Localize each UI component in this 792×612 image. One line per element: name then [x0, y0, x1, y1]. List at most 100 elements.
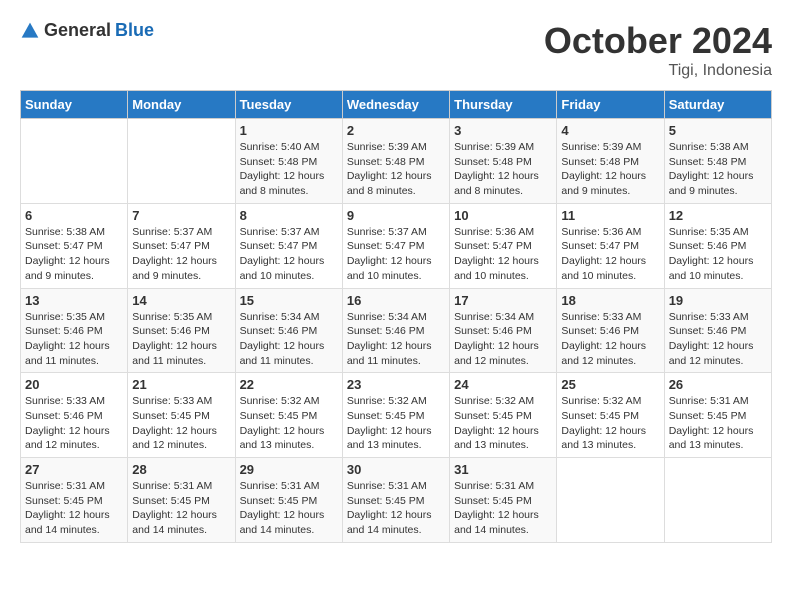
day-number: 24	[454, 377, 552, 392]
day-number: 17	[454, 293, 552, 308]
calendar-cell: 4Sunrise: 5:39 AMSunset: 5:48 PMDaylight…	[557, 119, 664, 204]
day-info: Sunrise: 5:33 AMSunset: 5:46 PMDaylight:…	[561, 310, 659, 369]
calendar-cell: 26 Sunrise: 5:31 AMSunset: 5:45 PMDayligh…	[664, 373, 771, 458]
day-number: 1	[240, 123, 338, 138]
week-row-3: 13 Sunrise: 5:35 AMSunset: 5:46 PMDayligh…	[21, 288, 772, 373]
day-info: Sunrise: 5:32 AMSunset: 5:45 PMDaylight:…	[561, 394, 659, 453]
week-row-1: 1 Sunrise: 5:40 AMSunset: 5:48 PMDaylight…	[21, 119, 772, 204]
header-row: SundayMondayTuesdayWednesdayThursdayFrid…	[21, 91, 772, 119]
logo-text-general: General	[44, 20, 111, 41]
calendar-cell: 24 Sunrise: 5:32 AMSunset: 5:45 PMDayligh…	[450, 373, 557, 458]
week-row-2: 6Sunrise: 5:38 AMSunset: 5:47 PMDaylight…	[21, 203, 772, 288]
calendar-cell: 15 Sunrise: 5:34 AMSunset: 5:46 PMDayligh…	[235, 288, 342, 373]
calendar-cell: 14Sunrise: 5:35 AMSunset: 5:46 PMDayligh…	[128, 288, 235, 373]
day-info: Sunrise: 5:39 AMSunset: 5:48 PMDaylight:…	[347, 140, 445, 199]
calendar-cell: 27Sunrise: 5:31 AMSunset: 5:45 PMDayligh…	[21, 458, 128, 543]
day-info: Sunrise: 5:38 AMSunset: 5:47 PMDaylight:…	[25, 225, 123, 284]
month-title: October 2024	[544, 20, 772, 62]
day-number: 30	[347, 462, 445, 477]
calendar-cell: 10 Sunrise: 5:36 AMSunset: 5:47 PMDayligh…	[450, 203, 557, 288]
day-number: 31	[454, 462, 552, 477]
day-info: Sunrise: 5:35 AMSunset: 5:46 PMDaylight:…	[25, 310, 123, 369]
day-info: Sunrise: 5:31 AMSunset: 5:45 PMDaylight:…	[669, 394, 767, 453]
day-number: 10	[454, 208, 552, 223]
day-number: 19	[669, 293, 767, 308]
day-number: 8	[240, 208, 338, 223]
calendar-cell: 12 Sunrise: 5:35 AMSunset: 5:46 PMDayligh…	[664, 203, 771, 288]
day-info: Sunrise: 5:37 AMSunset: 5:47 PMDaylight:…	[240, 225, 338, 284]
calendar-cell: 11Sunrise: 5:36 AMSunset: 5:47 PMDayligh…	[557, 203, 664, 288]
day-number: 27	[25, 462, 123, 477]
calendar-cell: 23 Sunrise: 5:32 AMSunset: 5:45 PMDayligh…	[342, 373, 449, 458]
calendar-cell: 31 Sunrise: 5:31 AMSunset: 5:45 PMDayligh…	[450, 458, 557, 543]
day-number: 18	[561, 293, 659, 308]
day-number: 23	[347, 377, 445, 392]
day-number: 12	[669, 208, 767, 223]
day-info: Sunrise: 5:33 AMSunset: 5:45 PMDaylight:…	[132, 394, 230, 453]
day-number: 13	[25, 293, 123, 308]
day-number: 29	[240, 462, 338, 477]
calendar-cell	[21, 119, 128, 204]
day-number: 15	[240, 293, 338, 308]
calendar-cell: 9Sunrise: 5:37 AMSunset: 5:47 PMDaylight…	[342, 203, 449, 288]
calendar-cell	[557, 458, 664, 543]
calendar-cell: 6Sunrise: 5:38 AMSunset: 5:47 PMDaylight…	[21, 203, 128, 288]
day-info: Sunrise: 5:38 AMSunset: 5:48 PMDaylight:…	[669, 140, 767, 199]
day-number: 28	[132, 462, 230, 477]
day-number: 2	[347, 123, 445, 138]
calendar-cell	[664, 458, 771, 543]
header-day-sunday: Sunday	[21, 91, 128, 119]
week-row-5: 27 Sunrise: 5:31 AMSunset: 5:45 PMDayligh…	[21, 458, 772, 543]
calendar-cell: 19Sunrise: 5:33 AMSunset: 5:46 PMDayligh…	[664, 288, 771, 373]
day-info: Sunrise: 5:40 AMSunset: 5:48 PMDaylight:…	[240, 140, 338, 199]
day-number: 7	[132, 208, 230, 223]
day-number: 16	[347, 293, 445, 308]
calendar-cell: 21Sunrise: 5:33 AMSunset: 5:45 PMDayligh…	[128, 373, 235, 458]
header-day-friday: Friday	[557, 91, 664, 119]
calendar-cell: 28 Sunrise: 5:31 AMSunset: 5:45 PMDayligh…	[128, 458, 235, 543]
day-info: Sunrise: 5:31 AMSunset: 5:45 PMDaylight:…	[454, 479, 552, 538]
page-header: General Blue October 2024 Tigi, Indonesi…	[20, 20, 772, 80]
day-info: Sunrise: 5:34 AMSunset: 5:46 PMDaylight:…	[347, 310, 445, 369]
calendar-cell	[128, 119, 235, 204]
day-info: Sunrise: 5:31 AMSunset: 5:45 PMDaylight:…	[132, 479, 230, 538]
calendar-cell: 8 Sunrise: 5:37 AMSunset: 5:47 PMDaylight…	[235, 203, 342, 288]
day-number: 11	[561, 208, 659, 223]
calendar-cell: 13 Sunrise: 5:35 AMSunset: 5:46 PMDayligh…	[21, 288, 128, 373]
header-day-monday: Monday	[128, 91, 235, 119]
day-info: Sunrise: 5:35 AMSunset: 5:46 PMDaylight:…	[669, 225, 767, 284]
day-info: Sunrise: 5:31 AMSunset: 5:45 PMDaylight:…	[347, 479, 445, 538]
location-title: Tigi, Indonesia	[544, 62, 772, 80]
calendar-cell: 16 Sunrise: 5:34 AMSunset: 5:46 PMDayligh…	[342, 288, 449, 373]
day-number: 5	[669, 123, 767, 138]
day-info: Sunrise: 5:32 AMSunset: 5:45 PMDaylight:…	[347, 394, 445, 453]
calendar-table: SundayMondayTuesdayWednesdayThursdayFrid…	[20, 90, 772, 543]
day-number: 14	[132, 293, 230, 308]
day-number: 3	[454, 123, 552, 138]
day-info: Sunrise: 5:37 AMSunset: 5:47 PMDaylight:…	[347, 225, 445, 284]
calendar-cell: 22Sunrise: 5:32 AMSunset: 5:45 PMDayligh…	[235, 373, 342, 458]
day-number: 25	[561, 377, 659, 392]
calendar-cell: 17Sunrise: 5:34 AMSunset: 5:46 PMDayligh…	[450, 288, 557, 373]
day-info: Sunrise: 5:39 AMSunset: 5:48 PMDaylight:…	[561, 140, 659, 199]
day-info: Sunrise: 5:36 AMSunset: 5:47 PMDaylight:…	[454, 225, 552, 284]
header-day-wednesday: Wednesday	[342, 91, 449, 119]
day-info: Sunrise: 5:37 AMSunset: 5:47 PMDaylight:…	[132, 225, 230, 284]
day-info: Sunrise: 5:32 AMSunset: 5:45 PMDaylight:…	[454, 394, 552, 453]
day-number: 22	[240, 377, 338, 392]
calendar-cell: 25 Sunrise: 5:32 AMSunset: 5:45 PMDayligh…	[557, 373, 664, 458]
calendar-cell: 30 Sunrise: 5:31 AMSunset: 5:45 PMDayligh…	[342, 458, 449, 543]
day-info: Sunrise: 5:31 AMSunset: 5:45 PMDaylight:…	[240, 479, 338, 538]
calendar-cell: 18 Sunrise: 5:33 AMSunset: 5:46 PMDayligh…	[557, 288, 664, 373]
day-number: 26	[669, 377, 767, 392]
week-row-4: 20Sunrise: 5:33 AMSunset: 5:46 PMDayligh…	[21, 373, 772, 458]
logo-icon	[20, 21, 40, 41]
header-day-saturday: Saturday	[664, 91, 771, 119]
logo: General Blue	[20, 20, 154, 41]
day-info: Sunrise: 5:33 AMSunset: 5:46 PMDaylight:…	[25, 394, 123, 453]
day-info: Sunrise: 5:34 AMSunset: 5:46 PMDaylight:…	[240, 310, 338, 369]
title-block: October 2024 Tigi, Indonesia	[544, 20, 772, 80]
calendar-cell: 20Sunrise: 5:33 AMSunset: 5:46 PMDayligh…	[21, 373, 128, 458]
calendar-cell: 3Sunrise: 5:39 AMSunset: 5:48 PMDaylight…	[450, 119, 557, 204]
calendar-cell: 5 Sunrise: 5:38 AMSunset: 5:48 PMDaylight…	[664, 119, 771, 204]
